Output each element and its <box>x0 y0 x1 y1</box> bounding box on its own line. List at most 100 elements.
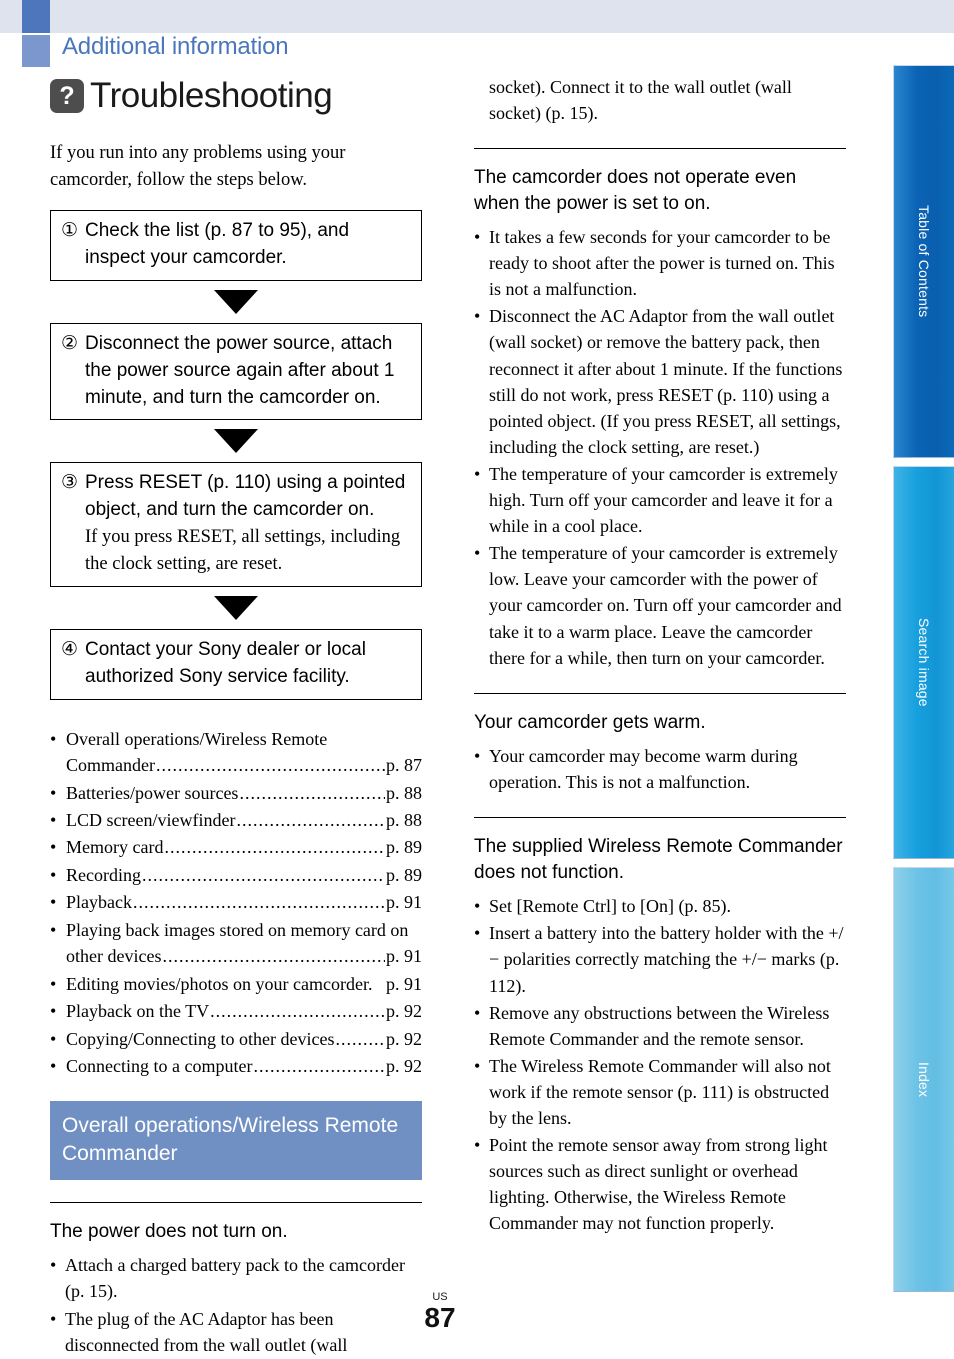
bullet-item: • It takes a few seconds for your camcord… <box>474 224 846 302</box>
section-divider <box>474 148 846 150</box>
bullet-icon: • <box>50 864 57 885</box>
bullet-item: • Your camcorder may become warm during o… <box>474 743 846 795</box>
bullet-text: It takes a few seconds for your camcorde… <box>489 227 835 300</box>
step-box-3: ③ Press RESET (p. 110) using a pointed o… <box>50 462 422 587</box>
top-decorative-band <box>0 0 954 33</box>
topic-list-item[interactable]: • Playback ..............................… <box>50 889 422 915</box>
bullet-item: • The temperature of your camcorder is ex… <box>474 540 846 670</box>
step-box-2: ② Disconnect the power source, attach th… <box>50 322 422 421</box>
bullet-text: Set [Remote Ctrl] to [On] (p. 85). <box>489 896 731 917</box>
bullet-icon: • <box>50 1056 57 1077</box>
bullet-icon: • <box>474 306 481 327</box>
topic-list-item[interactable]: • Recording..............................… <box>50 862 422 888</box>
qa-heading: The camcorder does not operate even when… <box>474 167 797 214</box>
section-banner: Overall operations/Wireless Remote Comma… <box>50 1101 422 1180</box>
bullet-icon: • <box>50 973 57 994</box>
step-box-4: ④ Contact your Sony dealer or local auth… <box>50 628 422 700</box>
bullet-icon: • <box>50 1028 57 1049</box>
page-footer: US 87 <box>0 1292 880 1332</box>
continuation-indent <box>474 74 489 126</box>
flow-arrow-3 <box>214 595 258 620</box>
side-tab-bar: Table of Contents Search image Index <box>885 0 954 1357</box>
topic-page-ref: p. 89 <box>386 837 422 858</box>
dot-leader: ........................................… <box>155 755 385 776</box>
flow-arrow-2 <box>214 429 258 454</box>
chapter-header: Additional information <box>0 33 880 69</box>
topic-label: LCD screen/viewfinder <box>66 809 236 830</box>
bullet-text: The temperature of your camcorder is ext… <box>489 543 842 668</box>
topic-list-item[interactable]: • Playback on the TV ....................… <box>50 998 422 1024</box>
side-tab-table-of-contents[interactable]: Table of Contents <box>893 65 954 458</box>
dot-leader: ........................................… <box>132 892 385 913</box>
topic-list-item[interactable]: • LCD screen/viewfinder..................… <box>50 807 422 833</box>
bullet-icon: • <box>474 227 481 248</box>
topic-list-item[interactable]: • Batteries/power sources ...............… <box>50 780 422 806</box>
troubleshooting-topic-list: • Overall operations/Wireless Remote Comma… <box>50 726 422 1080</box>
bullet-icon: • <box>474 1135 481 1156</box>
bullet-icon: • <box>50 837 57 858</box>
bullet-text: Remove any obstructions between the Wire… <box>489 1002 830 1049</box>
topic-page-ref: p. 91 <box>386 946 422 967</box>
intro-paragraph: If you run into any problems using your … <box>50 143 346 190</box>
chapter-title: Additional information <box>62 33 289 60</box>
bullet-icon: • <box>50 809 57 830</box>
bullet-text: The temperature of your camcorder is ext… <box>489 463 838 537</box>
bullet-item: • Disconnect the AC Adaptor from the wall… <box>474 303 846 460</box>
topic-page-ref: p. 92 <box>386 1028 422 1049</box>
topic-list-item[interactable]: • Memory card ...........................… <box>50 834 422 860</box>
step-text-4: Contact your Sony dealer or local author… <box>85 638 366 687</box>
dot-leader: ........................................… <box>141 864 385 885</box>
topic-list-item[interactable]: • Playing back images stored on memory ca… <box>50 917 422 970</box>
footer-page-number: 87 <box>424 1302 456 1333</box>
step-number-2: ② <box>61 332 79 354</box>
page-title: Troubleshooting <box>90 76 333 115</box>
bullet-text: Point the remote sensor away from strong… <box>489 1135 828 1234</box>
topic-label: Commander <box>66 755 155 776</box>
bullet-item: • Point the remote sensor away from stron… <box>474 1132 846 1236</box>
right-qa-container: The camcorder does not operate even when… <box>474 148 846 1236</box>
dot-leader: ........................................… <box>335 1028 385 1049</box>
topic-list-item[interactable]: • Editing movies/photos on your camcorder… <box>50 971 422 997</box>
question-mark-icon: ? <box>50 79 84 113</box>
bullet-text: Disconnect the AC Adaptor from the wall … <box>489 306 843 457</box>
page-title-row: ? Troubleshooting <box>50 76 333 116</box>
topic-label-line1: Playing back images stored on memory car… <box>66 919 409 940</box>
bullet-item: • The temperature of your camcorder is ex… <box>474 461 846 539</box>
bullet-text: Insert a battery into the battery holder… <box>489 923 844 996</box>
topic-list-item[interactable]: • Overall operations/Wireless Remote Comma… <box>50 726 422 779</box>
step-text-3: Press RESET (p. 110) using a pointed obj… <box>85 470 411 577</box>
topic-page-ref: p. 92 <box>386 1056 422 1077</box>
qa-heading: The supplied Wireless Remote Commander d… <box>474 836 843 883</box>
topic-label: Playback on the TV <box>66 1001 210 1022</box>
chapter-accent-square <box>22 35 50 67</box>
topic-page-ref: p. 89 <box>386 864 422 885</box>
topic-list-item[interactable]: • Copying/Connecting to other devices ...… <box>50 1026 422 1052</box>
section-divider <box>474 817 846 819</box>
qa-heading: Your camcorder gets warm. <box>474 711 706 733</box>
topic-page-ref: p. 91 <box>386 892 422 913</box>
dot-leader: ........................................… <box>164 837 385 858</box>
step-box-1: ① Check the list (p. 87 to 95), and insp… <box>50 209 422 281</box>
side-tab-search-image[interactable]: Search image <box>893 466 954 859</box>
bullet-icon: • <box>474 896 481 917</box>
topic-list-item[interactable]: • Connecting to a computer...............… <box>50 1053 422 1079</box>
topic-page-ref: p. 88 <box>386 782 422 803</box>
bullet-icon: • <box>50 892 57 913</box>
side-tab-index[interactable]: Index <box>893 867 954 1292</box>
step-note-3: If you press RESET, all settings, includ… <box>85 527 401 575</box>
topic-label: Connecting to a computer <box>66 1056 253 1077</box>
bullet-item: • Remove any obstructions between the Wir… <box>474 1000 846 1052</box>
topic-page-ref: p. 92 <box>386 1001 422 1022</box>
bullet-icon: • <box>474 923 481 944</box>
qa-heading: The power does not turn on. <box>50 1220 288 1242</box>
topic-label: Playback <box>66 892 132 913</box>
step-text-2: Disconnect the power source, attach the … <box>85 332 395 408</box>
bullet-icon: • <box>50 1001 57 1022</box>
bullet-item: • Insert a battery into the battery holde… <box>474 920 846 998</box>
step-number-4: ④ <box>61 638 79 660</box>
bullet-text: Your camcorder may become warm during op… <box>489 746 798 793</box>
bullet-icon: • <box>474 543 481 564</box>
topic-label: Memory card <box>66 837 164 858</box>
topic-label: Editing movies/photos on your camcorder. <box>66 973 373 994</box>
continuation-paragraph: socket). Connect it to the wall outlet (… <box>474 74 846 126</box>
